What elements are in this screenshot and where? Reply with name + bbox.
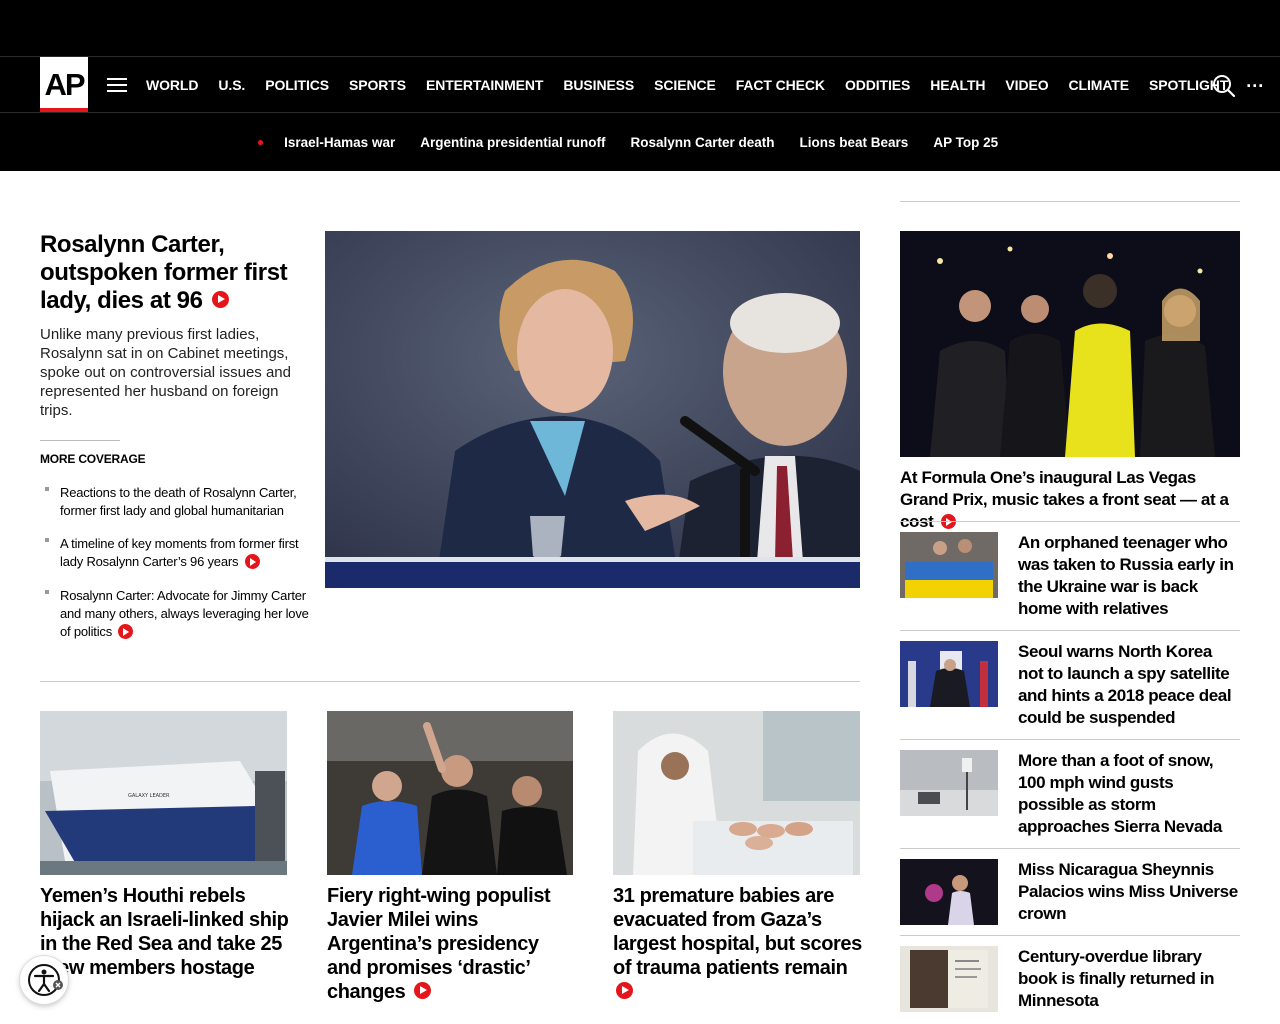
nav-oddities[interactable]: ODDITIES: [835, 77, 920, 93]
more-coverage-list: Reactions to the death of Rosalynn Carte…: [40, 484, 310, 641]
live-dot-icon: ●: [256, 135, 265, 149]
card-photo-gaza-babies[interactable]: [613, 711, 860, 875]
logo-text: AP: [44, 67, 85, 102]
divider: [900, 201, 1240, 202]
ship-name-text: GALAXY LEADER: [128, 793, 170, 799]
ap-logo[interactable]: AP: [40, 57, 88, 113]
nav-us[interactable]: U.S.: [208, 77, 255, 93]
coverage-item-text: Reactions to the death of Rosalynn Carte…: [60, 485, 297, 518]
nav-health[interactable]: HEALTH: [920, 77, 995, 93]
nav-climate[interactable]: CLIMATE: [1059, 77, 1139, 93]
coverage-item-text: Rosalynn Carter: Advocate for Jimmy Cart…: [60, 588, 309, 639]
thumb-ukraine-teen: [900, 532, 998, 598]
sidebar-story[interactable]: An orphaned teenager who was taken to Ru…: [900, 521, 1240, 630]
feature-photo-las-vegas[interactable]: [900, 231, 1240, 457]
top-ad-strip: [0, 0, 1280, 56]
card-headline-text: Fiery right-wing populist Javier Milei w…: [327, 885, 551, 1003]
play-video-icon[interactable]: [413, 982, 431, 1000]
thumb-library-book: [900, 946, 998, 1012]
card-headline-houthi[interactable]: Yemen’s Houthi rebels hijack an Israeli-…: [40, 884, 290, 980]
card-headline-text: 31 premature babies are evacuated from G…: [613, 885, 862, 979]
play-video-icon[interactable]: [118, 624, 134, 640]
sidebar-story[interactable]: Miss Nicaragua Sheynnis Palacios wins Mi…: [900, 848, 1240, 935]
more-menu-icon[interactable]: ...: [1246, 71, 1264, 92]
lead-photo-rosalynn-carter[interactable]: [325, 231, 860, 588]
section-nav: WORLD U.S. POLITICS SPORTS ENTERTAINMENT…: [136, 57, 1264, 113]
section-divider: [40, 681, 860, 682]
sidebar-story-title: Miss Nicaragua Sheynnis Palacios wins Mi…: [1018, 860, 1238, 923]
coverage-item[interactable]: Reactions to the death of Rosalynn Carte…: [40, 484, 310, 520]
accessibility-button[interactable]: [20, 956, 68, 1004]
card-headline-text: Yemen’s Houthi rebels hijack an Israeli-…: [40, 885, 289, 979]
sidebar-story-title: More than a foot of snow, 100 mph wind g…: [1018, 751, 1222, 836]
divider: [40, 440, 120, 441]
lead-headline-text: Rosalynn Carter, outspoken former first …: [40, 231, 288, 314]
sidebar-story-title: Seoul warns North Korea not to launch a …: [1018, 642, 1232, 727]
trending-bar: ● Israel-Hamas war Argentina presidentia…: [0, 112, 1280, 171]
coverage-item-text: A timeline of key moments from former fi…: [60, 536, 299, 569]
sidebar-story-title: Century-overdue library book is finally …: [1018, 947, 1215, 1010]
trending-lions[interactable]: Lions beat Bears: [800, 135, 909, 150]
search-icon[interactable]: [1212, 74, 1236, 98]
trending-israel-hamas[interactable]: Israel-Hamas war: [284, 135, 395, 150]
coverage-item[interactable]: Rosalynn Carter: Advocate for Jimmy Cart…: [40, 587, 310, 641]
card-photo-ship[interactable]: GALAXY LEADER: [40, 711, 287, 875]
accessibility-icon: [28, 964, 63, 996]
sidebar-story[interactable]: Century-overdue library book is finally …: [900, 935, 1240, 1024]
nav-entertainment[interactable]: ENTERTAINMENT: [416, 77, 553, 93]
sidebar-story[interactable]: More than a foot of snow, 100 mph wind g…: [900, 739, 1240, 848]
sidebar-story[interactable]: Seoul warns North Korea not to launch a …: [900, 630, 1240, 739]
more-coverage-label: MORE COVERAGE: [40, 452, 146, 466]
card-photo-milei[interactable]: [327, 711, 573, 875]
thumb-seoul-briefing: [900, 641, 998, 707]
sidebar-story-title: An orphaned teenager who was taken to Ru…: [1018, 533, 1234, 618]
nav-video[interactable]: VIDEO: [995, 77, 1058, 93]
coverage-item[interactable]: A timeline of key moments from former fi…: [40, 535, 310, 571]
trending-ap-top-25[interactable]: AP Top 25: [933, 135, 998, 150]
thumb-snow-storm: [900, 750, 998, 816]
card-headline-milei[interactable]: Fiery right-wing populist Javier Milei w…: [327, 884, 577, 1004]
trending-rosalynn[interactable]: Rosalynn Carter death: [630, 135, 774, 150]
lead-description: Unlike many previous first ladies, Rosal…: [40, 326, 291, 419]
nav-world[interactable]: WORLD: [136, 77, 208, 93]
nav-science[interactable]: SCIENCE: [644, 77, 726, 93]
hamburger-menu-icon[interactable]: [107, 78, 127, 94]
lead-headline[interactable]: Rosalynn Carter, outspoken former first …: [40, 231, 310, 315]
play-video-icon[interactable]: [616, 982, 633, 1000]
play-video-icon[interactable]: [211, 291, 229, 309]
main-navbar: AP WORLD U.S. POLITICS SPORTS ENTERTAINM…: [0, 56, 1280, 113]
play-video-icon[interactable]: [244, 554, 260, 570]
trending-argentina[interactable]: Argentina presidential runoff: [420, 135, 605, 150]
nav-business[interactable]: BUSINESS: [553, 77, 644, 93]
nav-politics[interactable]: POLITICS: [255, 77, 339, 93]
nav-fact-check[interactable]: FACT CHECK: [726, 77, 835, 93]
thumb-miss-universe: [900, 859, 998, 925]
nav-sports[interactable]: SPORTS: [339, 77, 416, 93]
card-headline-gaza[interactable]: 31 premature babies are evacuated from G…: [613, 884, 863, 1004]
